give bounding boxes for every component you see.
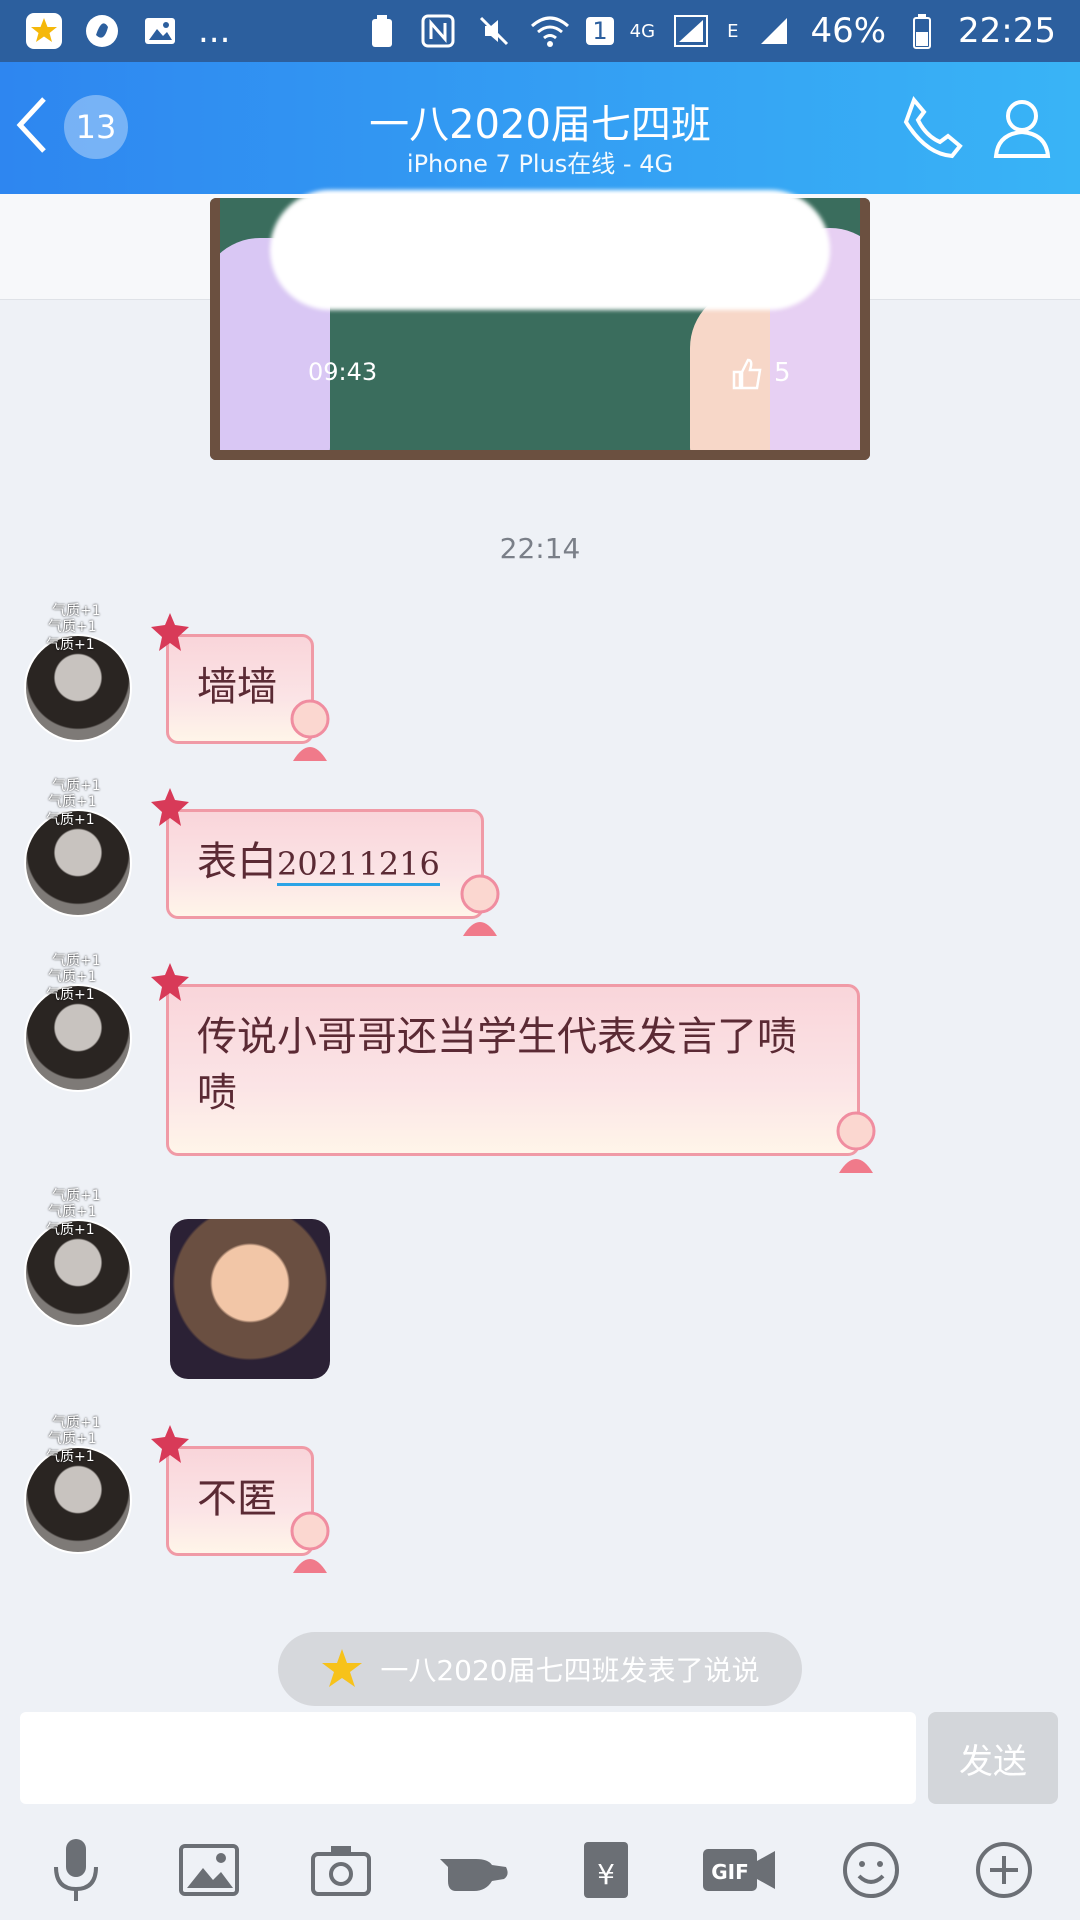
phone-call-button[interactable] <box>896 92 968 164</box>
bubble-girl-decoration <box>290 1511 330 1573</box>
message-bubble[interactable]: 传说小哥哥还当学生代表发言了啧啧 <box>151 963 876 1173</box>
sim-badge: 1 <box>586 17 614 45</box>
poke-icon[interactable] <box>434 1830 514 1910</box>
chat-header: 13 一八2020届七四班 iPhone 7 Plus在线 - 4G <box>0 62 1080 194</box>
bubble-corner-decoration <box>151 1425 189 1463</box>
notification-text: 一八2020届七四班发表了说说 <box>380 1654 760 1687</box>
time-separator: 22:14 <box>499 532 581 565</box>
banner-time: 09:43 <box>308 358 378 386</box>
qzone-icon <box>24 11 64 51</box>
message-bubble[interactable]: 表白20211216 <box>151 788 500 936</box>
image-icon[interactable] <box>169 1830 249 1910</box>
redacted-area <box>270 190 830 310</box>
message-bubble[interactable]: 墙墙 <box>151 613 330 761</box>
avatar-tag: 气质+1 <box>46 1222 95 1238</box>
avatar-tag: 气质+1 <box>46 812 95 828</box>
emoji-icon[interactable] <box>831 1830 911 1910</box>
bubble-corner-decoration <box>151 963 189 1001</box>
sticker-image[interactable] <box>170 1219 330 1379</box>
battery-percent: 46% <box>810 11 887 51</box>
message-input[interactable] <box>20 1712 916 1804</box>
bubble-girl-decoration <box>836 1111 876 1173</box>
svg-text:¥: ¥ <box>597 1858 615 1891</box>
message-date-link[interactable]: 20211216 <box>277 845 440 886</box>
app-notification-icon <box>82 11 122 51</box>
gif-icon[interactable]: GIF <box>699 1830 779 1910</box>
more-notifications: ... <box>198 11 231 51</box>
avatar-tag: 气质+1 <box>46 1449 95 1465</box>
bubble-girl-decoration <box>290 699 330 761</box>
message-text: 表白 <box>197 839 277 885</box>
avatar-tag: 气质+1 <box>48 1431 97 1447</box>
wifi-icon <box>530 11 570 51</box>
network-type-2: E <box>727 20 739 42</box>
signal-icon-2 <box>754 11 794 51</box>
phone-icon <box>903 96 963 159</box>
message-text: 传说小哥哥还当学生代表发言了啧啧 <box>197 1014 797 1116</box>
network-type: 4G <box>629 20 656 42</box>
avatar-tag: 气质+1 <box>46 637 95 653</box>
nfc-icon <box>418 11 458 51</box>
message-text: 墙墙 <box>197 664 277 710</box>
composer: 发送 <box>0 1710 1080 1820</box>
qzone-post-notification[interactable]: 一八2020届七四班发表了说说 <box>278 1632 802 1706</box>
send-button[interactable]: 发送 <box>928 1712 1058 1804</box>
bubble-corner-decoration <box>151 788 189 826</box>
gallery-icon <box>140 11 180 51</box>
battery-saver-icon <box>362 11 402 51</box>
mute-icon <box>474 11 514 51</box>
signal-icon <box>671 11 711 51</box>
avatar-tag: 气质+1 <box>48 969 97 985</box>
bubble-girl-decoration <box>460 874 500 936</box>
status-bar: ... 1 4G E 46% 22:25 <box>0 0 1080 62</box>
like-count: 5 <box>774 358 791 388</box>
message-bubble[interactable]: 不匿 <box>151 1425 330 1573</box>
bubble-corner-decoration <box>151 613 189 651</box>
person-icon <box>993 100 1051 158</box>
microphone-icon[interactable] <box>36 1830 116 1910</box>
red-envelope-icon[interactable]: ¥ <box>566 1830 646 1910</box>
avatar-tag: 气质+1 <box>48 1204 97 1220</box>
thumbs-up-icon <box>732 358 762 390</box>
plus-icon[interactable] <box>964 1830 1044 1910</box>
battery-icon <box>902 11 942 51</box>
input-toolbar: ¥ GIF <box>0 1820 1080 1920</box>
avatar-tag: 气质+1 <box>48 794 97 810</box>
group-profile-button[interactable] <box>986 92 1058 164</box>
avatar-tag: 气质+1 <box>48 619 97 635</box>
avatar-tag: 气质+1 <box>46 987 95 1003</box>
banner-like[interactable]: 5 <box>730 356 791 390</box>
camera-icon[interactable] <box>301 1830 381 1910</box>
qzone-star-icon <box>322 1649 363 1687</box>
clock: 22:25 <box>958 11 1056 51</box>
gif-label: GIF <box>711 1860 749 1884</box>
message-text: 不匿 <box>197 1476 277 1522</box>
